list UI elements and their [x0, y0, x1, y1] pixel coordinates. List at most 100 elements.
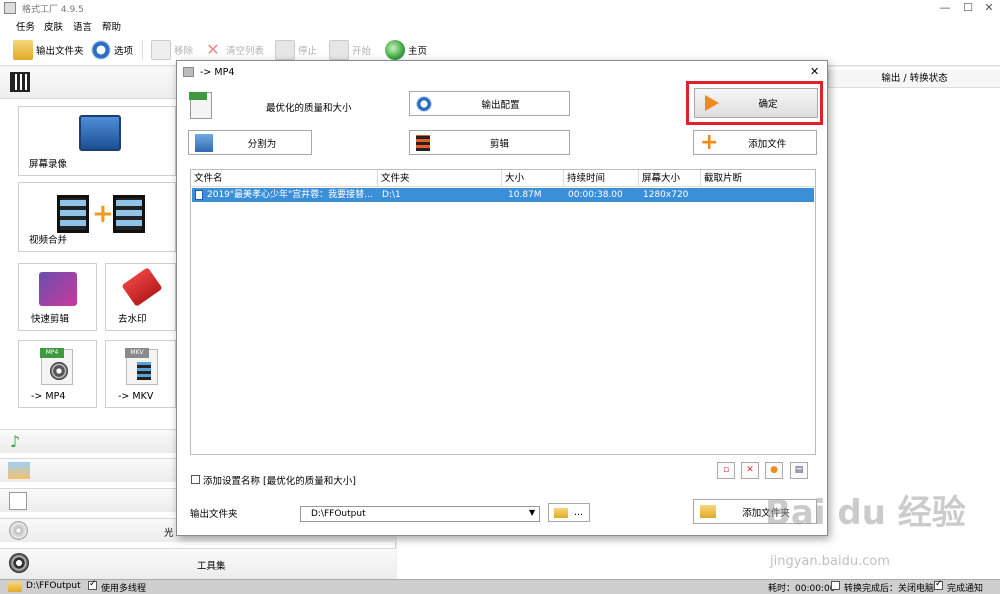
- add-setting-checkbox[interactable]: [191, 474, 200, 485]
- start-button[interactable]: 开始: [329, 40, 371, 60]
- conversion-status-header: 输出 / 转换状态: [828, 70, 1000, 88]
- to-mp4-tile[interactable]: MP4 -> MP4: [18, 340, 97, 408]
- mp4-profile-icon[interactable]: [189, 92, 212, 119]
- add-setting-label[interactable]: 添加设置名称 [最优化的质量和大小]: [203, 473, 356, 487]
- stop-button[interactable]: 停止: [275, 40, 317, 60]
- menu-skin[interactable]: 皮肤: [44, 19, 63, 33]
- globe-icon: [385, 40, 405, 60]
- output-folder-label: 输出文件夹: [190, 509, 238, 520]
- play-button[interactable]: ●: [765, 462, 783, 479]
- disc-icon: [9, 521, 28, 540]
- col-filename[interactable]: 文件名: [191, 170, 378, 187]
- baidu-watermark: Bai du 经验: [765, 493, 966, 533]
- clear-items-button[interactable]: ✕: [741, 462, 759, 479]
- start-icon: [329, 40, 349, 60]
- watermark-remove-tile[interactable]: 去水印: [105, 263, 176, 331]
- split-button[interactable]: 分割为: [188, 130, 312, 155]
- mp4-file-icon: MP4: [40, 348, 73, 385]
- elapsed-time: 耗时：00:00:00: [768, 584, 836, 594]
- document-icon: [151, 40, 171, 60]
- reel-icon: [50, 362, 68, 380]
- col-duration[interactable]: 持续时间: [564, 170, 639, 187]
- checkbox[interactable]: [88, 579, 97, 590]
- add-file-button[interactable]: + 添加文件: [693, 130, 817, 155]
- menu-bar: 任务 皮肤 语言 帮助: [0, 16, 1000, 34]
- quick-clip-tile[interactable]: 快速剪辑: [18, 263, 97, 331]
- play-icon: ●: [770, 465, 778, 475]
- checkbox[interactable]: [191, 474, 200, 484]
- dialog-title-bar: -> MP4 ✕: [177, 61, 827, 83]
- table-row[interactable]: 2019"最美孝心少年"宫井蓉：我要接替... D:\1 10.87M 00:0…: [192, 188, 814, 202]
- film-icon: [137, 362, 151, 380]
- document-remove-icon: ▫: [722, 465, 730, 475]
- stop-icon: [275, 40, 295, 60]
- plus-icon: +: [92, 199, 114, 229]
- home-button[interactable]: 主页: [385, 40, 427, 60]
- output-folder-select[interactable]: D:\FFOutput ▼: [300, 506, 540, 522]
- output-path[interactable]: D:\FFOutput: [26, 581, 81, 591]
- screen-record-icon: [79, 115, 121, 151]
- menu-language[interactable]: 语言: [73, 19, 92, 33]
- output-folder-button[interactable]: 输出文件夹: [13, 40, 84, 60]
- multithread-checkbox[interactable]: [88, 579, 97, 591]
- window-icon: ▤: [794, 465, 804, 475]
- after-convert-label[interactable]: 转换完成后：关闭电脑: [844, 581, 934, 594]
- col-folder[interactable]: 文件夹: [378, 170, 502, 187]
- app-icon: [4, 2, 16, 14]
- film-icon: [57, 195, 89, 233]
- after-convert-checkbox[interactable]: [831, 581, 840, 591]
- screen-record-tile[interactable]: 屏幕录像: [18, 106, 176, 176]
- remove-item-button[interactable]: ▫: [717, 462, 735, 479]
- notify-checkbox[interactable]: [934, 579, 943, 591]
- film-cut-icon: [416, 134, 430, 151]
- menu-task[interactable]: 任务: [16, 19, 35, 33]
- info-button[interactable]: ▤: [790, 462, 808, 479]
- output-config-button[interactable]: 输出配置: [409, 91, 570, 116]
- delete-icon: ✕: [746, 465, 754, 475]
- picture-icon: [8, 462, 30, 479]
- folder-icon: [13, 40, 33, 60]
- toolbar-divider: [142, 40, 143, 60]
- plus-icon: +: [700, 129, 719, 155]
- dialog-close-icon[interactable]: ✕: [810, 65, 819, 78]
- title-bar: 格式工厂 4.9.5 — ☐ ✕: [0, 0, 1000, 16]
- gear-icon: [416, 95, 432, 112]
- clip-button[interactable]: 剪辑: [409, 130, 570, 155]
- delete-icon: ✕: [206, 40, 220, 59]
- minimize-button[interactable]: —: [934, 1, 956, 15]
- eraser-icon: [121, 267, 163, 307]
- film-icon: [10, 72, 30, 92]
- chevron-down-icon: ▼: [529, 508, 536, 517]
- maximize-button[interactable]: ☐: [957, 1, 979, 15]
- checkbox[interactable]: [831, 581, 840, 590]
- folder-icon: [8, 582, 22, 592]
- checkbox[interactable]: [934, 579, 943, 590]
- close-button[interactable]: ✕: [978, 1, 1000, 15]
- toolbox-category[interactable]: 工具集: [0, 548, 396, 579]
- film-icon: [113, 195, 145, 233]
- clear-list-button[interactable]: ✕ 清空列表: [203, 40, 264, 60]
- folder-add-icon: [700, 505, 716, 518]
- folder-icon: [554, 507, 568, 518]
- reel-icon: [9, 553, 29, 573]
- remove-button[interactable]: 移除: [151, 40, 193, 60]
- scissors-icon: [39, 272, 77, 306]
- music-note-icon: ♪: [10, 432, 21, 451]
- col-clip[interactable]: 截取片断: [701, 170, 815, 187]
- menu-help[interactable]: 帮助: [102, 19, 121, 33]
- video-merge-tile[interactable]: + 视频合并: [18, 182, 176, 252]
- col-size[interactable]: 大小: [502, 170, 564, 187]
- file-icon: [195, 190, 203, 200]
- scissors-icon: [195, 133, 213, 152]
- options-button[interactable]: 选项: [91, 40, 133, 60]
- browse-button[interactable]: ...: [548, 503, 590, 522]
- col-screen-size[interactable]: 屏幕大小: [639, 170, 701, 187]
- file-table: 文件名 文件夹 大小 持续时间 屏幕大小 截取片断 2019"最美孝心少年"宫井…: [190, 169, 816, 455]
- status-bar: D:\FFOutput 使用多线程 耗时：00:00:00 转换完成后：关闭电脑…: [0, 579, 1000, 594]
- baidu-watermark-url: jingyan.baidu.com: [770, 554, 890, 569]
- to-mkv-tile[interactable]: MKV -> MKV: [105, 340, 176, 408]
- mp4-badge-icon: [189, 92, 207, 100]
- ok-button[interactable]: 确定: [694, 88, 818, 118]
- quality-label[interactable]: 最优化的质量和大小: [266, 100, 352, 114]
- document-icon: [9, 492, 27, 510]
